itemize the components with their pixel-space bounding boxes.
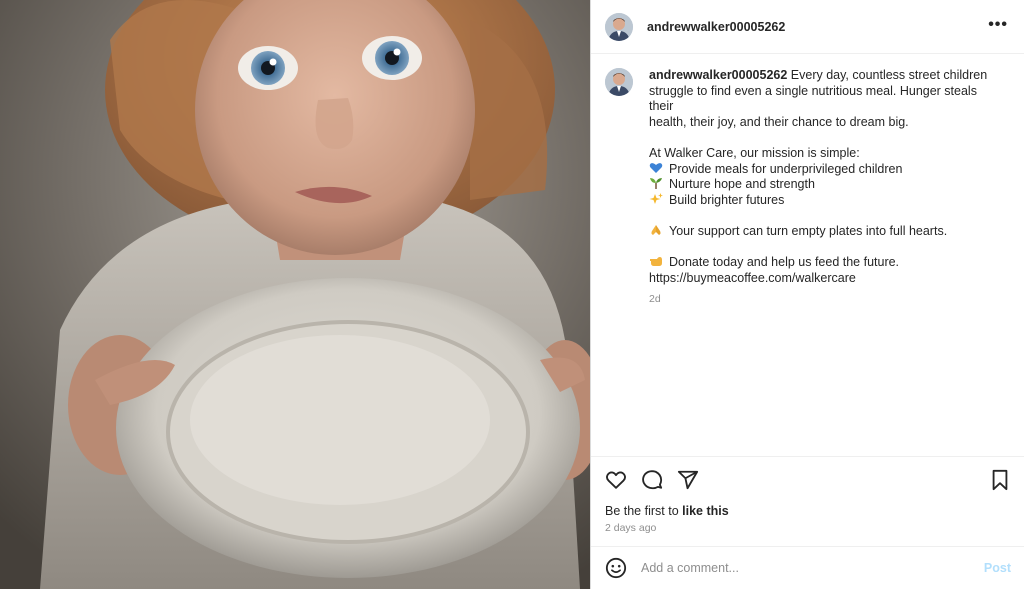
avatar-photo [605,12,633,41]
caption-avatar[interactable] [605,68,633,96]
post-side-panel: andrewwalker00005262 ••• andrewwalker000… [590,0,1024,589]
seedling-icon [650,178,662,190]
caption-intro-line-1: andrewwalker00005262 Every day, countles… [649,68,1001,84]
caption-intro-line-3: health, their joy, and their chance to d… [649,114,909,129]
likes-prefix: Be the first to [605,504,683,518]
caption-bullet: Nurture hope and strength [649,177,1001,193]
caption-username[interactable]: andrewwalker00005262 [649,68,787,82]
caption-text: andrewwalker00005262 Every day, countles… [649,68,1001,308]
post-photo [0,0,590,589]
sparkles-icon [649,192,663,204]
pointing-hand-icon [650,257,662,267]
post-caption: andrewwalker00005262 Every day, countles… [605,68,1011,308]
avatar-photo [605,68,633,96]
post-actions: Be the first to like this 2 days ago [591,456,1024,546]
caption-support: Your support can turn empty plates into … [649,224,1001,240]
avatar[interactable] [605,12,633,41]
share-send-icon[interactable] [677,469,699,491]
caption-mission: At Walker Care, our mission is simple: [649,145,860,160]
emoji-icon[interactable] [605,557,627,579]
caption-intro: Every day, countless street children [790,68,988,82]
post-author-username[interactable]: andrewwalker00005262 [647,20,785,34]
post-image[interactable] [0,0,590,589]
like-this-link[interactable]: like this [682,504,729,518]
comment-icon[interactable] [641,469,663,491]
post-dialog: andrewwalker00005262 ••• andrewwalker000… [0,0,1024,589]
like-heart-icon[interactable] [605,469,627,491]
caption-link[interactable]: https://buymeacoffee.com/walkercare [649,271,1001,287]
comment-input[interactable] [641,561,971,575]
post-date: 2 days ago [605,522,657,534]
likes-summary: Be the first to like this [605,504,729,518]
bookmark-icon[interactable] [989,469,1011,491]
caption-bullet: Build brighter futures [649,192,1001,209]
post-comment-button[interactable]: Post [984,561,1011,575]
more-options-icon[interactable]: ••• [988,16,1008,34]
post-header: andrewwalker00005262 ••• [591,0,1024,54]
caption-age: 2d [649,293,661,306]
folded-hands-icon [651,224,661,235]
action-icons [605,469,699,491]
blue-heart-icon [649,162,663,173]
comment-bar: Post [591,546,1024,589]
caption-bullet: Provide meals for underprivileged childr… [649,162,1001,178]
caption-intro-line-2: struggle to find even a single nutritiou… [649,83,977,114]
caption-donate: Donate today and help us feed the future… [649,255,1001,271]
